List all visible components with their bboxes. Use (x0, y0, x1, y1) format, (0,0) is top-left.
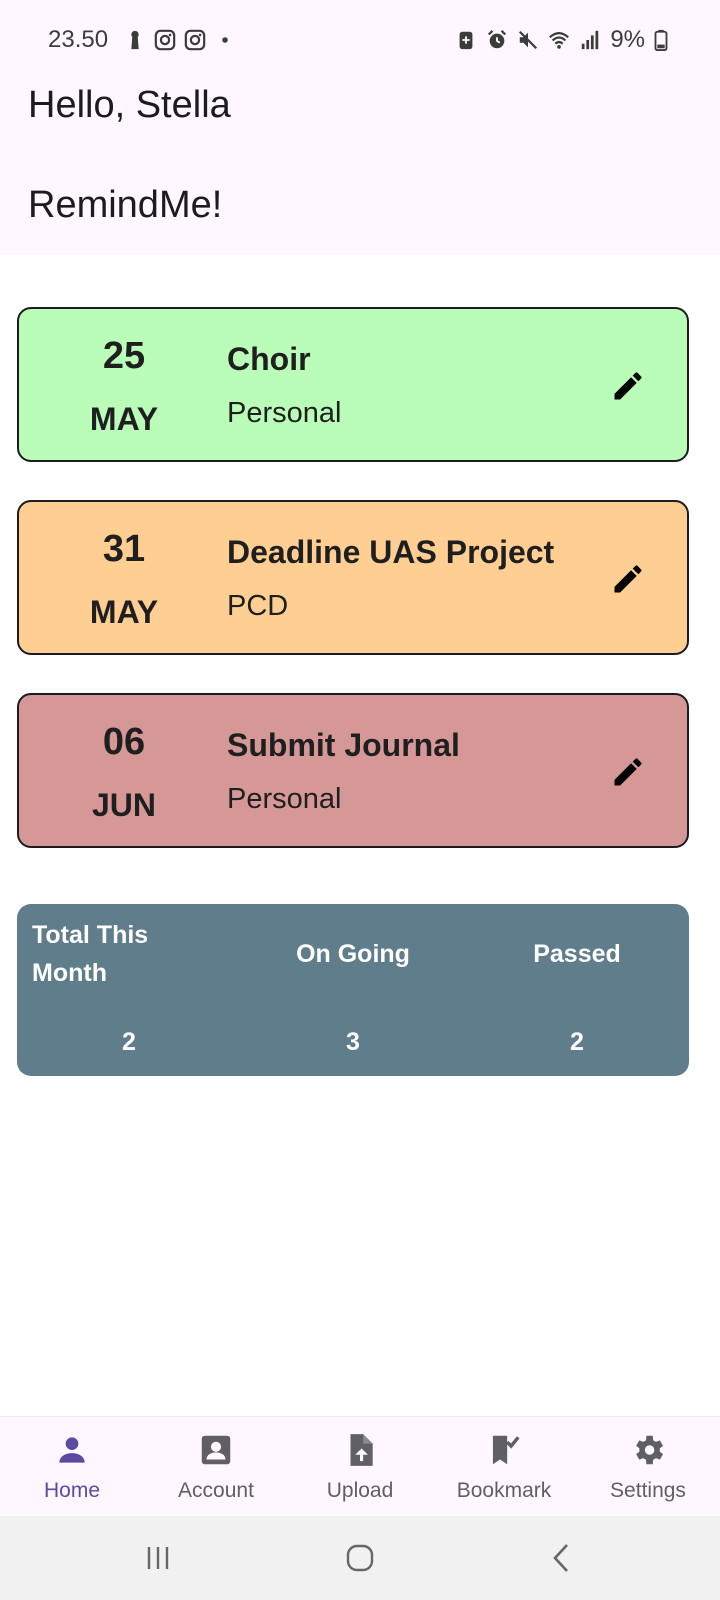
reminder-title: Choir (227, 341, 311, 377)
summary-ongoing-value: 3 (346, 1028, 360, 1056)
nav-label: Settings (610, 1479, 686, 1502)
back-chevron-icon (553, 1544, 568, 1572)
pencil-icon (614, 758, 642, 786)
reminder-category: Personal (227, 397, 342, 429)
reminder-title: Deadline UAS Project (227, 534, 555, 570)
battery-icon (654, 28, 668, 52)
keyhole-icon (124, 28, 146, 52)
date-block: 31 MAY (59, 502, 189, 653)
nav-label: Bookmark (456, 1479, 552, 1502)
nav-item-home[interactable]: Home (0, 1417, 144, 1517)
pencil-icon (614, 565, 642, 593)
bottom-nav: Home Account Upload Bookmark Settings (0, 1416, 720, 1516)
system-nav-bar (0, 1516, 720, 1600)
reminder-card[interactable]: 31 MAY Deadline UAS Project PCD (17, 500, 689, 655)
reminder-day: 31 (102, 528, 146, 570)
status-time: 23.50 (48, 26, 109, 53)
summary-total-value: 2 (122, 1028, 136, 1056)
dot-icon (214, 28, 236, 52)
upload-file-icon (341, 1431, 379, 1469)
summary-passed-label: Passed (533, 940, 621, 968)
summary-panel: Total This Month 2 On Going 3 Passed 2 (17, 904, 689, 1076)
wifi-icon (548, 28, 570, 52)
reminder-category: Personal (227, 783, 342, 815)
reminder-title: Submit Journal (227, 727, 460, 763)
account-box-icon (197, 1431, 235, 1469)
nav-item-upload[interactable]: Upload (288, 1417, 432, 1517)
summary-total: Total This Month 2 (17, 904, 241, 1076)
mute-icon (517, 28, 539, 52)
reminder-month: MAY (89, 401, 159, 437)
reminder-day: 06 (102, 721, 146, 763)
summary-passed-value: 2 (570, 1028, 584, 1056)
edit-button[interactable] (607, 558, 649, 600)
reminder-category: PCD (227, 590, 289, 622)
app-title: RemindMe! (28, 184, 223, 226)
edit-button[interactable] (607, 365, 649, 407)
greeting: Hello, Stella (28, 84, 231, 126)
recent-apps-icon (147, 1547, 169, 1569)
gear-icon (629, 1431, 667, 1469)
reminder-card[interactable]: 25 MAY Choir Personal (17, 307, 689, 462)
back-button[interactable] (540, 1536, 584, 1580)
summary-ongoing-label: On Going (296, 940, 410, 968)
alarm-icon (486, 28, 508, 52)
nav-item-settings[interactable]: Settings (576, 1417, 720, 1517)
edit-button[interactable] (607, 751, 649, 793)
nav-item-bookmark[interactable]: Bookmark (432, 1417, 576, 1517)
reminder-month: MAY (89, 594, 159, 630)
battery-percent: 9% (610, 26, 645, 53)
summary-ongoing: On Going 3 (241, 904, 465, 1076)
instagram-icon (184, 28, 206, 52)
reminder-day: 25 (102, 335, 146, 377)
person-icon (53, 1431, 91, 1469)
summary-passed: Passed 2 (465, 904, 689, 1076)
status-bar: 23.50 9% (0, 22, 720, 58)
nav-label: Account (178, 1479, 254, 1502)
bookmark-check-icon (485, 1431, 523, 1469)
reminder-card[interactable]: 06 JUN Submit Journal Personal (17, 693, 689, 848)
summary-total-label: Total This Month (32, 921, 149, 987)
signal-icon (579, 28, 601, 52)
home-button[interactable] (338, 1536, 382, 1580)
nav-label: Upload (326, 1479, 394, 1502)
reminder-month: JUN (91, 787, 156, 823)
battery-saver-icon (455, 28, 477, 52)
nav-item-account[interactable]: Account (144, 1417, 288, 1517)
instagram-icon (154, 28, 176, 52)
home-circle-icon (346, 1544, 374, 1572)
pencil-icon (614, 372, 642, 400)
nav-label: Home (43, 1479, 101, 1502)
date-block: 06 JUN (59, 695, 189, 846)
recent-apps-button[interactable] (136, 1536, 180, 1580)
date-block: 25 MAY (59, 309, 189, 460)
